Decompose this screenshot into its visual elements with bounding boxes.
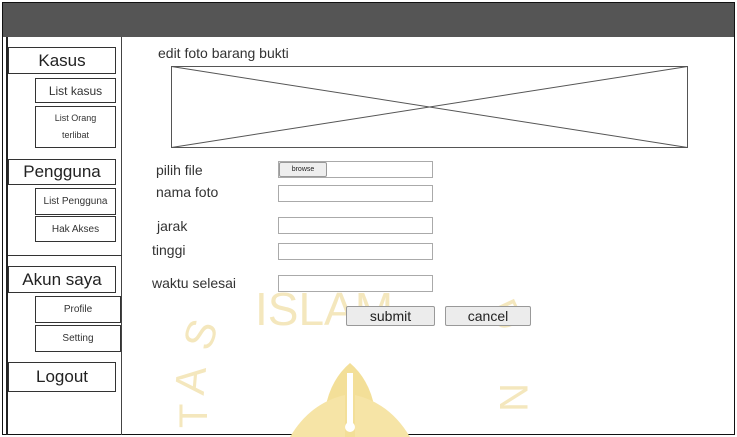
page-title: edit foto barang bukti [158,45,289,61]
menu-setting-label: Setting [62,333,94,344]
top-bar [3,3,734,37]
menu-hak-akses-label: Hak Akses [51,223,100,235]
menu-profile[interactable]: Profile [35,296,121,323]
menu-setting[interactable]: Setting [35,325,121,352]
menu-kasus-label: Kasus [38,50,86,70]
waktu-selesai-label: waktu selesai [152,275,237,291]
browse-button[interactable]: browse [279,162,327,177]
menu-list-orang-label-1: List Orang [54,113,97,123]
tinggi-input[interactable] [278,243,433,260]
cancel-button[interactable]: cancel [445,306,531,326]
jarak-label: jarak [157,218,188,234]
menu-kasus[interactable]: Kasus [8,47,116,74]
pilih-file-label: pilih file [156,162,203,178]
menu-akun-saya-label: Akun saya [22,269,102,289]
cancel-button-label: cancel [467,308,509,324]
menu-list-orang-terlibat[interactable]: List Orang terlibat [35,106,116,148]
menu-logout-label: Logout [36,367,88,386]
menu-logout[interactable]: Logout [8,362,116,392]
browse-button-label: browse [291,166,315,173]
menu-list-kasus[interactable]: List kasus [35,78,116,103]
menu-list-orang-label-2: terlibat [61,130,89,140]
photo-placeholder[interactable] [171,66,688,148]
nama-foto-input[interactable] [278,185,433,202]
jarak-input[interactable] [278,217,433,234]
nama-foto-label: nama foto [156,184,219,200]
menu-hak-akses[interactable]: Hak Akses [35,216,116,242]
menu-list-kasus-label: List kasus [48,83,103,98]
submit-button[interactable]: submit [346,306,435,326]
waktu-selesai-input[interactable] [278,275,433,292]
menu-pengguna-label: Pengguna [23,162,101,181]
menu-list-pengguna-label: List Pengguna [43,196,108,207]
menu-akun-saya[interactable]: Akun saya [8,266,116,293]
sidebar-divider [8,255,122,256]
tinggi-label: tinggi [152,242,186,258]
submit-button-label: submit [369,308,412,324]
menu-pengguna[interactable]: Pengguna [8,159,116,185]
menu-list-pengguna[interactable]: List Pengguna [35,188,116,215]
menu-profile-label: Profile [63,304,93,315]
